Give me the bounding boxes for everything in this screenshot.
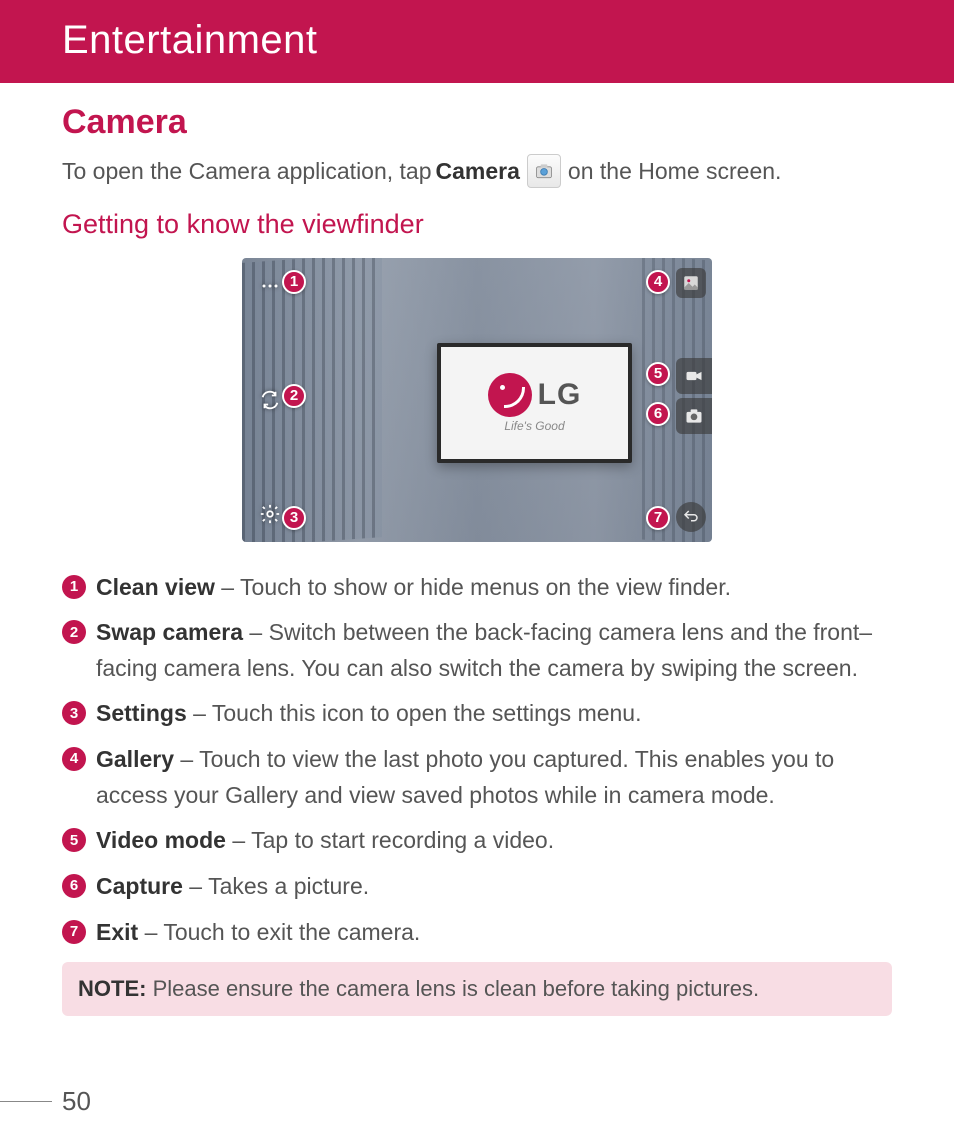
callout-marker-2: 2 xyxy=(282,384,306,408)
viewfinder-figure: LG Life's Good xyxy=(62,258,892,542)
list-term: Gallery xyxy=(96,746,174,772)
exit-back-icon xyxy=(676,502,706,532)
lg-logo-icon xyxy=(488,373,532,417)
lg-tagline: Life's Good xyxy=(504,419,564,433)
swap-camera-icon xyxy=(256,386,284,414)
page-number: 50 xyxy=(62,1086,91,1117)
intro-paragraph: To open the Camera application, tap Came… xyxy=(62,154,892,189)
intro-pre: To open the Camera application, tap xyxy=(62,154,432,189)
list-desc: – Touch to view the last photo you captu… xyxy=(96,746,834,808)
list-desc: – Touch to exit the camera. xyxy=(138,919,420,945)
list-item: 4 Gallery – Touch to view the last photo… xyxy=(62,742,892,813)
settings-gear-icon xyxy=(256,500,284,528)
callout-marker-7: 7 xyxy=(646,506,670,530)
list-number: 2 xyxy=(62,620,86,644)
note-text: Please ensure the camera lens is clean b… xyxy=(146,976,759,1001)
intro-post: on the Home screen. xyxy=(568,154,782,189)
list-number: 7 xyxy=(62,920,86,944)
gallery-thumbnail-icon xyxy=(676,268,706,298)
list-item: 2 Swap camera – Switch between the back-… xyxy=(62,615,892,686)
section-title: Camera xyxy=(62,103,892,142)
list-item: 7 Exit – Touch to exit the camera. xyxy=(62,915,892,951)
list-item: 3 Settings – Touch this icon to open the… xyxy=(62,696,892,732)
callout-list: 1 Clean view – Touch to show or hide men… xyxy=(62,570,892,951)
note-box: NOTE: Please ensure the camera lens is c… xyxy=(62,962,892,1016)
list-item: 1 Clean view – Touch to show or hide men… xyxy=(62,570,892,606)
list-desc: – Touch to show or hide menus on the vie… xyxy=(215,574,731,600)
list-desc: – Takes a picture. xyxy=(183,873,369,899)
list-term: Swap camera xyxy=(96,619,243,645)
list-item: 6 Capture – Takes a picture. xyxy=(62,869,892,905)
page-footer: 50 xyxy=(0,1086,91,1117)
note-label: NOTE: xyxy=(78,976,146,1001)
lg-brand-text: LG xyxy=(538,378,582,412)
list-term: Capture xyxy=(96,873,183,899)
callout-marker-6: 6 xyxy=(646,402,670,426)
list-number: 1 xyxy=(62,575,86,599)
capture-icon xyxy=(676,398,712,434)
camera-app-icon xyxy=(527,154,561,188)
list-term: Video mode xyxy=(96,827,226,853)
chapter-header: Entertainment xyxy=(0,0,954,83)
callout-marker-5: 5 xyxy=(646,362,670,386)
list-desc: – Tap to start recording a video. xyxy=(226,827,554,853)
footer-rule xyxy=(0,1101,52,1102)
callout-marker-1: 1 xyxy=(282,270,306,294)
list-term: Exit xyxy=(96,919,138,945)
subsection-title: Getting to know the viewfinder xyxy=(62,209,892,240)
viewfinder-screenshot: LG Life's Good xyxy=(242,258,712,542)
list-item: 5 Video mode – Tap to start recording a … xyxy=(62,823,892,859)
list-term: Settings xyxy=(96,700,187,726)
list-number: 3 xyxy=(62,701,86,725)
page-content: Camera To open the Camera application, t… xyxy=(0,83,954,1016)
intro-bold: Camera xyxy=(436,154,520,189)
list-desc: – Touch this icon to open the settings m… xyxy=(187,700,642,726)
chapter-title: Entertainment xyxy=(62,18,318,62)
list-number: 5 xyxy=(62,828,86,852)
callout-marker-3: 3 xyxy=(282,506,306,530)
billboard: LG Life's Good xyxy=(437,343,632,463)
callout-marker-4: 4 xyxy=(646,270,670,294)
list-number: 6 xyxy=(62,874,86,898)
clean-view-icon xyxy=(256,272,284,300)
list-term: Clean view xyxy=(96,574,215,600)
video-mode-icon xyxy=(676,358,712,394)
list-number: 4 xyxy=(62,747,86,771)
